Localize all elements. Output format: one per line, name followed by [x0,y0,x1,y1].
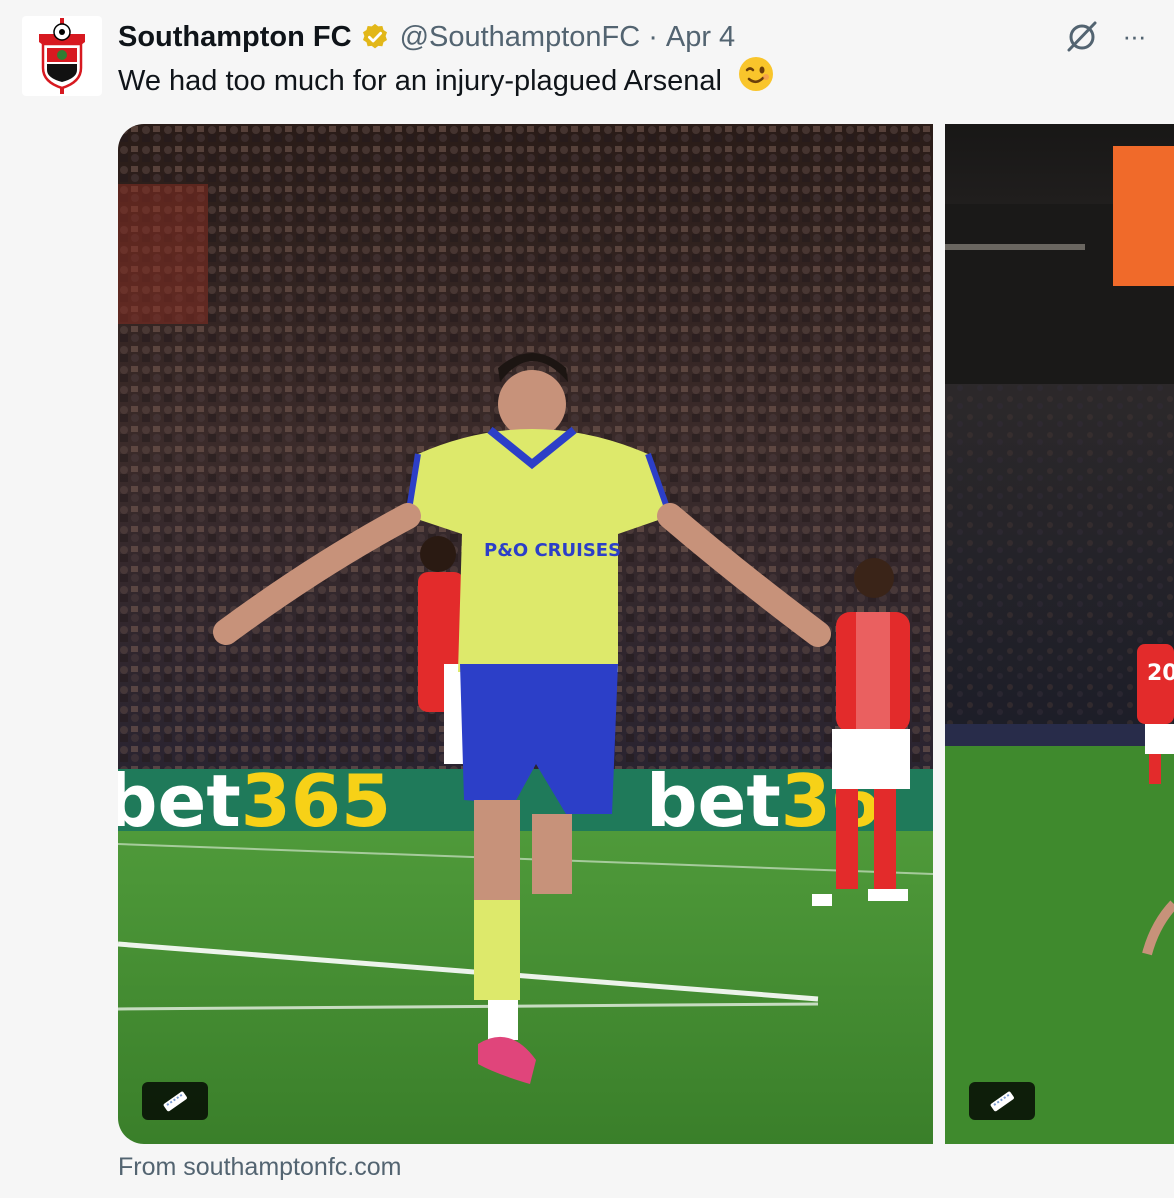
celebration-photo: bet365 bet36 P&O CRUISES [118,124,933,1144]
svg-text:bet365: bet365 [118,759,391,843]
grok-button[interactable] [1062,16,1102,56]
alt-text-badge[interactable] [969,1082,1035,1120]
more-icon: ··· [1122,20,1147,51]
alt-text-icon [990,1091,1014,1112]
tweet-body: We had too much for an injury-plagued Ar… [118,65,722,97]
tweet-header: Southampton FC @SouthamptonFC · Apr 4 [118,18,735,56]
alt-text-badge[interactable] [142,1082,208,1120]
winking-face-icon [738,56,774,102]
shirt-number: 20 [1147,661,1174,686]
tweet-date[interactable]: Apr 4 [666,21,735,54]
second-photo: 20 [945,124,1174,1144]
verified-badge-icon[interactable] [360,22,390,52]
southampton-crest-icon [39,18,85,94]
avatar[interactable] [22,16,102,96]
author-name[interactable]: Southampton FC [118,21,352,54]
author-handle[interactable]: @SouthamptonFC [400,21,641,54]
media-photo[interactable]: bet365 bet36 P&O CRUISES [118,124,933,1144]
media-photo[interactable]: 20 [945,124,1174,1144]
tweet-text: We had too much for an injury-plagued Ar… [118,57,774,102]
grok-icon [1067,21,1097,52]
more-options-button[interactable]: ··· [1114,16,1154,56]
media-grid: bet365 bet36 P&O CRUISES 20 [118,124,1174,1144]
separator-dot: · [648,20,658,53]
alt-text-icon [163,1091,187,1112]
sponsor-text: P&O CRUISES [484,540,621,561]
source-link[interactable]: From southamptonfc.com [118,1153,401,1182]
